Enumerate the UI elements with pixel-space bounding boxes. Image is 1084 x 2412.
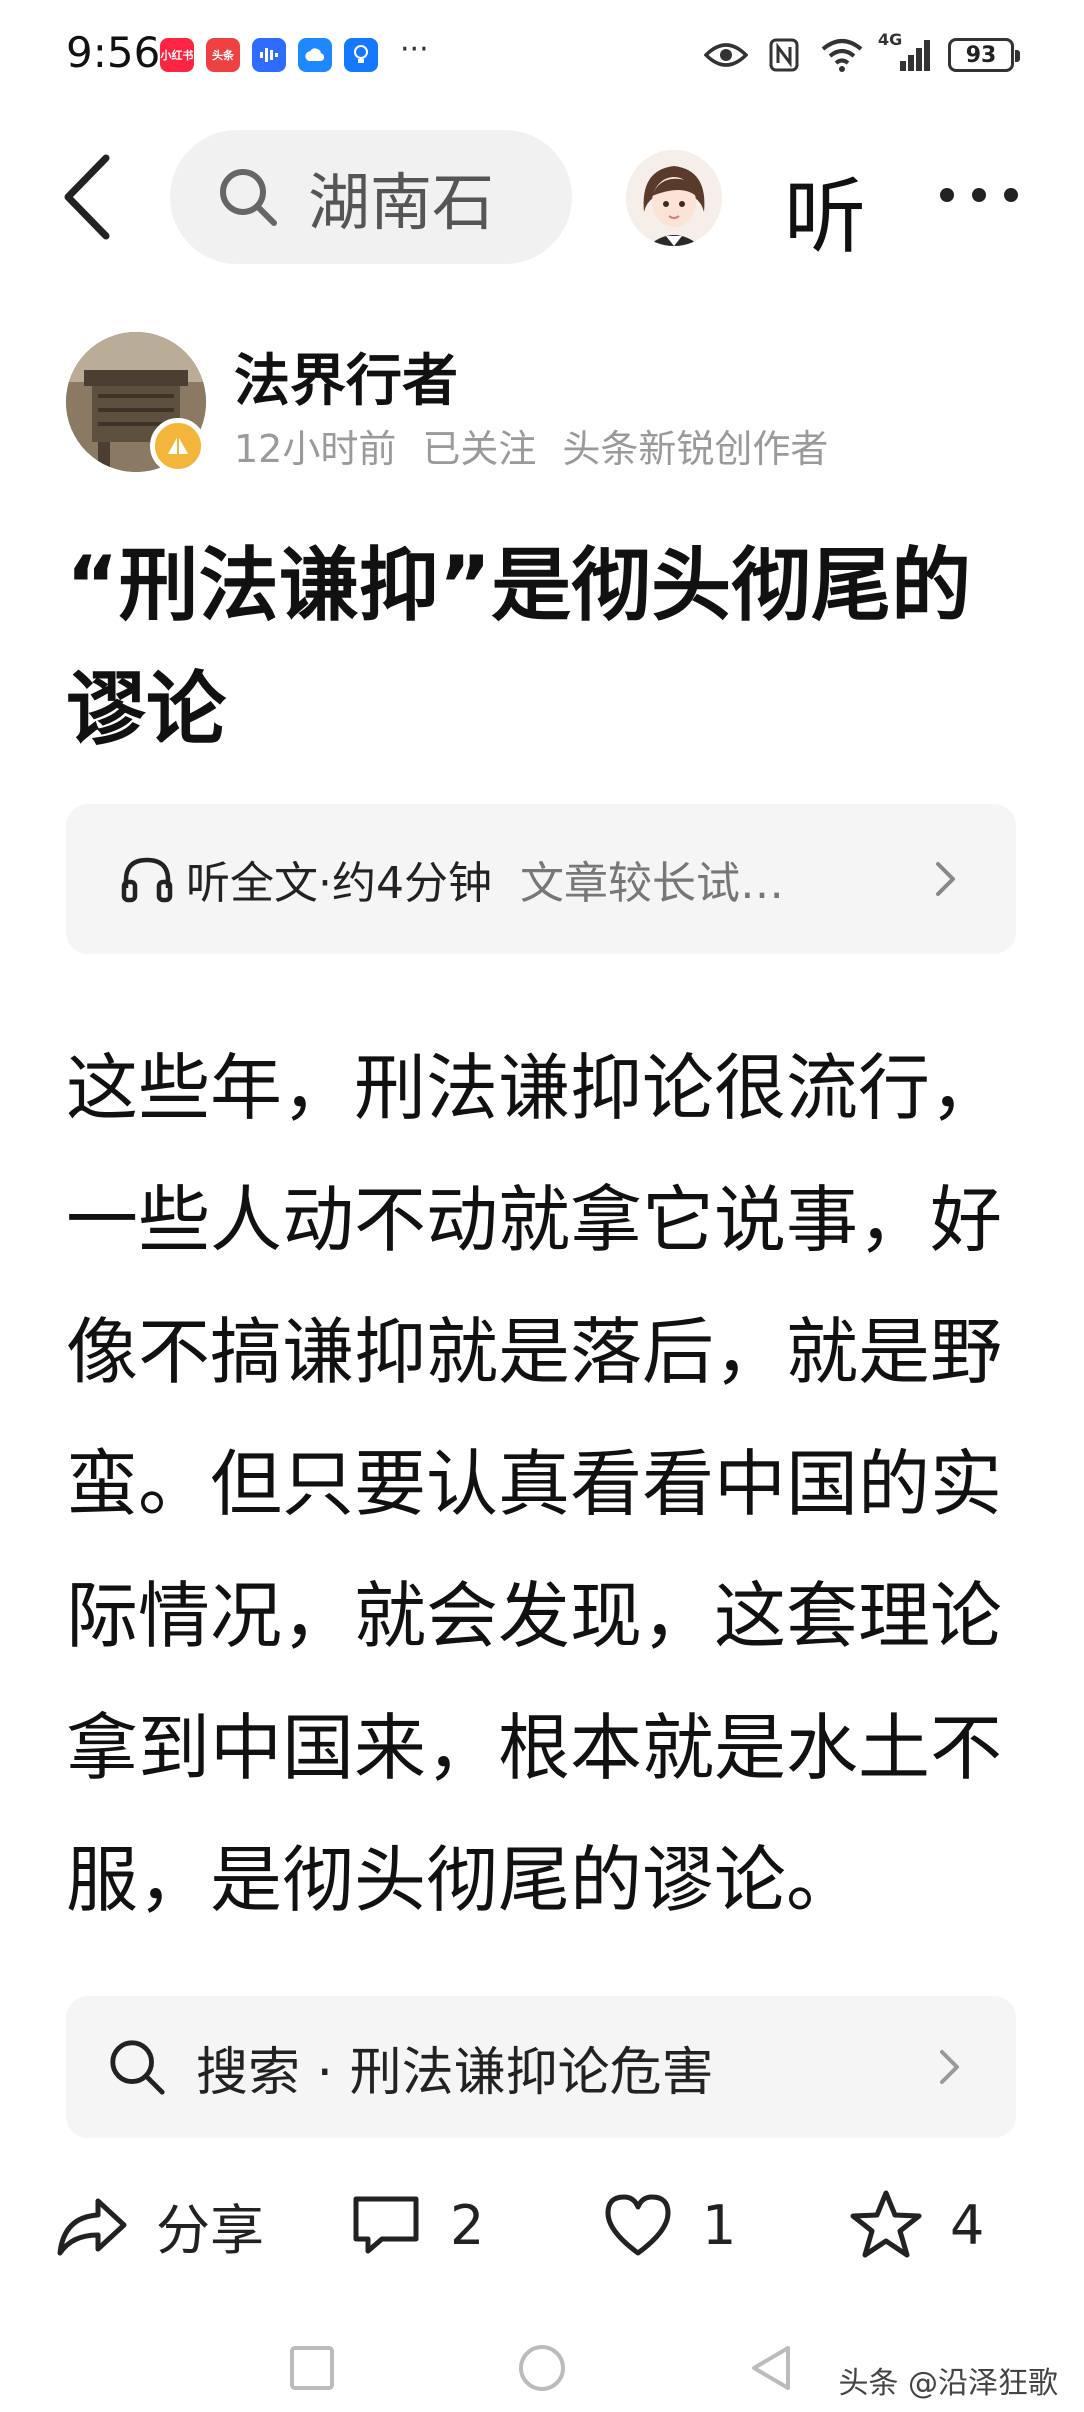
- headphones-icon: [121, 857, 173, 903]
- watermark: 头条 @沿泽狂歌: [838, 2366, 1058, 2401]
- status-bar: 9:56 小红书 头条 ··· 4G 93: [0, 0, 1084, 110]
- toutiao-app-icon: 头条: [206, 38, 240, 72]
- bulb-app-icon: [344, 38, 378, 72]
- dot-icon: [1004, 188, 1018, 202]
- share-button[interactable]: 分享: [54, 2170, 264, 2280]
- listen-full-label: 听全文·约4分钟: [186, 858, 492, 909]
- comment-count: 2: [450, 2193, 485, 2257]
- related-search-bar[interactable]: 搜索 · 刑法谦抑论危害: [66, 1996, 1016, 2138]
- search-icon: [220, 169, 277, 226]
- status-time: 9:56: [66, 28, 161, 77]
- creator-tag: 头条新锐创作者: [562, 427, 829, 471]
- search-box[interactable]: 湖南石: [170, 130, 572, 264]
- recents-square-icon[interactable]: [284, 2340, 340, 2396]
- system-status-icons: 4G 93: [704, 30, 1020, 74]
- publish-time: 12小时前: [234, 427, 397, 471]
- back-triangle-icon[interactable]: [744, 2340, 800, 2396]
- search-icon: [110, 2040, 165, 2095]
- like-count: 1: [702, 2193, 737, 2257]
- chevron-right-icon: [940, 2050, 959, 2084]
- system-nav-bar: 头条 @沿泽狂歌: [0, 2300, 1084, 2412]
- share-icon: [57, 2198, 127, 2256]
- share-label: 分享: [156, 2198, 264, 2262]
- wifi-icon: [820, 36, 864, 74]
- article-title: “刑法谦抑”是彻头彻尾的谬论: [66, 539, 972, 756]
- author-name[interactable]: 法界行者: [234, 336, 458, 417]
- like-button[interactable]: 1: [600, 2170, 736, 2280]
- notification-app-icons: 小红书 头条: [160, 38, 378, 72]
- home-circle-icon[interactable]: [514, 2340, 570, 2396]
- eye-icon: [704, 36, 748, 74]
- more-notifications-icon: ···: [400, 32, 429, 67]
- creator-badge-icon: [150, 418, 206, 474]
- author-meta: 12小时前 已关注 头条新锐创作者: [234, 418, 828, 473]
- comment-icon: [353, 2196, 419, 2254]
- favorite-button[interactable]: 4: [848, 2170, 984, 2280]
- cellular-signal-icon: 4G: [878, 30, 934, 74]
- more-options-button[interactable]: [940, 188, 1018, 202]
- network-type: 4G: [878, 30, 903, 49]
- chevron-left-icon: [64, 154, 110, 240]
- listen-hint: 文章较长试…: [519, 858, 784, 909]
- listen-button[interactable]: 听: [784, 150, 866, 269]
- chevron-right-icon: [936, 862, 955, 896]
- top-nav: 湖南石 听: [0, 128, 1084, 268]
- article-action-bar: 分享 2 1 4: [0, 2170, 1084, 2280]
- listen-full-article-card[interactable]: 听全文·约4分钟 文章较长试…: [66, 804, 1016, 954]
- heart-icon: [605, 2194, 671, 2256]
- dot-icon: [972, 188, 986, 202]
- star-icon: [850, 2190, 922, 2258]
- article-body-text: 这些年，刑法谦抑论很流行，一些人动不动就拿它说事，好像不搞谦抑就是落后，就是野蛮…: [66, 1046, 1003, 1922]
- xiaohongshu-app-icon: 小红书: [160, 38, 194, 72]
- back-button[interactable]: [58, 152, 118, 242]
- nfc-icon: [762, 36, 806, 74]
- follow-status[interactable]: 已关注: [422, 418, 536, 473]
- search-query-text: 湖南石: [308, 166, 495, 239]
- favorite-count: 4: [950, 2193, 985, 2257]
- cloud-app-icon: [298, 38, 332, 72]
- voice-app-icon: [252, 38, 286, 72]
- dot-icon: [940, 188, 954, 202]
- comment-button[interactable]: 2: [348, 2170, 484, 2280]
- assistant-avatar[interactable]: [626, 150, 722, 246]
- article-body: 这些年，刑法谦抑论很流行，一些人动不动就拿它说事，好像不搞谦抑就是落后，就是野蛮…: [66, 1022, 1026, 1978]
- related-search-text: 搜索 · 刑法谦抑论危害: [196, 2042, 714, 2103]
- battery-indicator: 93: [948, 38, 1020, 72]
